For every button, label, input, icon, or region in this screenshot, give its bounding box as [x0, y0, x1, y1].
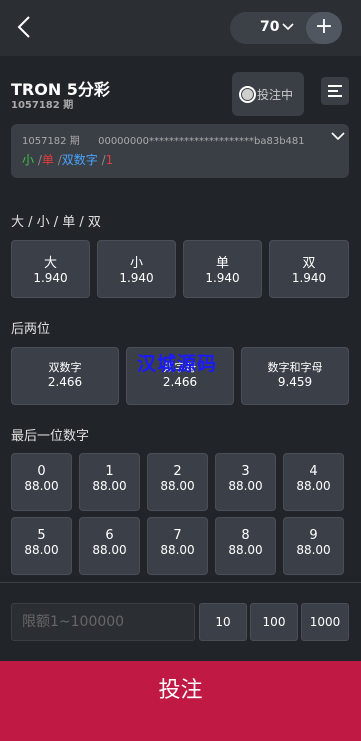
bet-option-odds: 88.00 [92, 543, 127, 557]
quick-amount-1000[interactable]: 1000 [301, 603, 349, 641]
back-arrow-icon[interactable] [14, 14, 36, 40]
bet-option-odds: 2.466 [47, 375, 83, 389]
result-segment: / [53, 153, 62, 167]
bet-option-odds: 88.00 [24, 543, 59, 557]
bet-option-last-digit-5[interactable]: 5 88.00 [11, 517, 72, 575]
quick-amount-100[interactable]: 100 [250, 603, 298, 641]
last-result-values: 小 /单 /双数字 /1 [22, 151, 113, 168]
bet-option-last-digit-6[interactable]: 6 88.00 [79, 517, 140, 575]
bet-option-odds: 1.940 [291, 271, 327, 285]
section-last-two-label: 后两位 [11, 322, 51, 337]
bet-option-odds: 88.00 [24, 479, 59, 493]
chip-amount-selector[interactable]: 70 + [230, 12, 342, 44]
bet-option-name: 5 [37, 528, 46, 543]
bet-option-name: 双数字 [48, 361, 82, 374]
bet-option-name: 单 [215, 256, 229, 271]
divider [0, 582, 361, 583]
bet-option-size-parity-0[interactable]: 大 1.940 [11, 240, 90, 298]
bet-option-last-digit-2[interactable]: 2 88.00 [147, 453, 208, 511]
last-result-period: 1057182 期 [22, 136, 80, 147]
last-result-hash: 00000000*********************ba83b481 [98, 136, 305, 147]
bet-option-name: 9 [309, 528, 318, 543]
menu-button[interactable] [321, 77, 349, 105]
bet-option-name: 小 [129, 256, 143, 271]
bet-status-label: 投注中 [257, 88, 294, 102]
last-result-panel[interactable]: 1057182 期 00000000*********************b… [11, 124, 349, 178]
bet-option-name: 1 [105, 464, 114, 479]
chevron-down-icon[interactable] [331, 130, 345, 142]
bet-option-odds: 88.00 [92, 479, 127, 493]
result-segment: / [97, 153, 106, 167]
result-segment: 双数字 [61, 153, 98, 167]
status-ring-icon [239, 86, 256, 103]
bet-option-odds: 88.00 [296, 543, 331, 557]
bet-option-size-parity-2[interactable]: 单 1.940 [183, 240, 262, 298]
chip-amount-value: 70 [260, 19, 280, 35]
bet-option-size-parity-3[interactable]: 双 1.940 [269, 240, 349, 298]
bet-option-odds: 88.00 [228, 479, 263, 493]
bet-option-last-two-0[interactable]: 双数字 2.466 [11, 347, 119, 405]
section-size-parity-label: 大 / 小 / 单 / 双 [11, 215, 101, 230]
bet-status-button[interactable]: 投注中 [232, 72, 304, 116]
bet-option-odds: 1.940 [33, 271, 68, 285]
bet-option-odds: 1.940 [119, 271, 154, 285]
menu-icon [328, 85, 342, 87]
game-period: 1057182 期 [11, 100, 74, 111]
result-segment: 1 [105, 153, 114, 167]
bet-option-last-digit-7[interactable]: 7 88.00 [147, 517, 208, 575]
bet-option-name: 0 [37, 464, 46, 479]
top-bar: 70 + [0, 0, 361, 56]
bet-option-odds: 1.940 [205, 271, 240, 285]
bet-option-last-digit-3[interactable]: 3 88.00 [215, 453, 276, 511]
bet-option-size-parity-1[interactable]: 小 1.940 [97, 240, 176, 298]
bet-option-last-digit-0[interactable]: 0 88.00 [11, 453, 72, 511]
quick-amount-10[interactable]: 10 [199, 603, 247, 641]
watermark: 汉城源码 [137, 353, 218, 375]
result-segment: / [34, 153, 42, 167]
bet-option-odds: 2.466 [162, 375, 198, 389]
last-result-meta: 1057182 期 00000000*********************b… [22, 132, 305, 147]
section-last-digit-label: 最后一位数字 [11, 429, 90, 444]
bet-option-odds: 88.00 [228, 543, 263, 557]
bet-option-last-digit-4[interactable]: 4 88.00 [283, 453, 344, 511]
result-segment: 单 [41, 153, 54, 167]
bet-option-name: 6 [105, 528, 114, 543]
bet-option-last-digit-9[interactable]: 9 88.00 [283, 517, 344, 575]
bet-option-odds: 9.459 [277, 375, 313, 389]
bet-option-name: 7 [173, 528, 182, 543]
bet-option-odds: 88.00 [160, 543, 195, 557]
bet-option-name: 8 [241, 528, 250, 543]
bet-option-name: 大 [43, 256, 57, 271]
bet-option-odds: 88.00 [296, 479, 331, 493]
bet-option-last-two-2[interactable]: 数字和字母 9.459 [241, 347, 349, 405]
bet-option-name: 3 [241, 464, 250, 479]
add-chip-button[interactable]: + [306, 12, 342, 44]
result-segment: 小 [22, 153, 35, 167]
bet-amount-input[interactable] [11, 603, 195, 641]
bet-option-name: 2 [173, 464, 182, 479]
bet-option-last-digit-1[interactable]: 1 88.00 [79, 453, 140, 511]
bet-option-name: 双 [302, 256, 316, 271]
bet-option-name: 数字和字母 [267, 361, 323, 374]
bet-option-name: 4 [309, 464, 318, 479]
chevron-down-icon [282, 23, 294, 31]
bet-option-odds: 88.00 [160, 479, 195, 493]
bet-option-last-digit-8[interactable]: 8 88.00 [215, 517, 276, 575]
submit-bet-button[interactable]: 投注 [0, 661, 361, 741]
